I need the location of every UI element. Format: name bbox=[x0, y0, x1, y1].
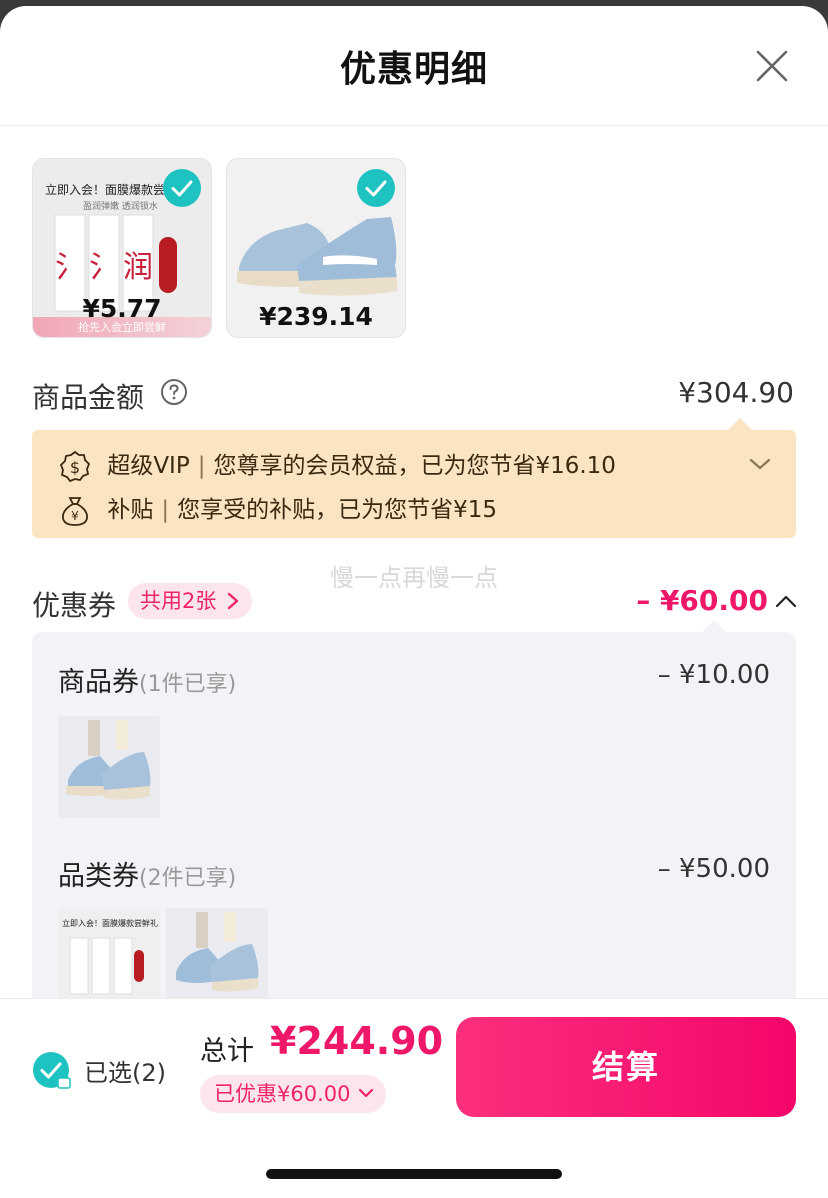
coupon-product-image: 立即入会！面膜爆款尝鲜礼 bbox=[58, 908, 160, 1010]
product-price: ¥5.77 bbox=[82, 294, 162, 323]
svg-text:氵: 氵 bbox=[55, 250, 85, 285]
coupon-panel: 商品券(1件已享) – ¥10.00 品类券(2件已享) – ¥50.00 立即… bbox=[32, 632, 796, 1012]
home-indicator bbox=[266, 1169, 562, 1179]
benefit-vip-row: $ 超级VIP | 您尊享的会员权益，已为您节省¥16.10 bbox=[58, 446, 616, 484]
benefits-box[interactable]: $ 超级VIP | 您尊享的会员权益，已为您节省¥16.10 ¥ 补贴 | 您享受的补贴… bbox=[32, 430, 796, 538]
mask-banner-subtext: 盈润弹嫩 透润锁水 bbox=[83, 202, 158, 212]
checkout-footer: 已选(2) 总计 ¥244.90 已优惠¥60.00 结算 bbox=[0, 998, 828, 1198]
benefit-name: 补贴 bbox=[107, 497, 154, 523]
selected-lock-check-icon[interactable] bbox=[32, 1051, 72, 1091]
coupon-title: 商品券(1件已享) bbox=[58, 660, 236, 699]
benefit-text: 您享受的补贴，已为您节省¥15 bbox=[177, 497, 497, 523]
coupon-title-text: 品类券 bbox=[58, 861, 139, 892]
coupon-value: – ¥10.00 bbox=[657, 660, 770, 690]
discount-detail-sheet: 优惠明细 氵 氵 润 立即入会！面膜爆款尝鲜 盈润弹嫩 透润锁水 抢先入会立即尝… bbox=[0, 6, 828, 1198]
coupon-product-image bbox=[58, 716, 160, 818]
product-thumb-mask[interactable]: 氵 氵 润 立即入会！面膜爆款尝鲜 盈润弹嫩 透润锁水 抢先入会立即尝鲜 ¥5.… bbox=[32, 158, 212, 338]
svg-text:润: 润 bbox=[123, 250, 153, 285]
page-title: 优惠明细 bbox=[339, 49, 488, 90]
product-thumb-sneaker[interactable]: ¥239.14 bbox=[226, 158, 406, 338]
benefit-subsidy-row: ¥ 补贴 | 您享受的补贴，已为您节省¥15 bbox=[58, 490, 497, 528]
money-bag-icon: ¥ bbox=[62, 496, 88, 526]
chevron-down-icon bbox=[359, 1088, 374, 1098]
coupon-subtext: (2件已享) bbox=[139, 866, 237, 891]
chevron-up-icon[interactable] bbox=[774, 592, 798, 610]
total-value: ¥244.90 bbox=[270, 1019, 444, 1063]
coupon-title: 品类券(2件已享) bbox=[58, 854, 236, 893]
coupon-product-image bbox=[166, 908, 268, 1010]
selected-count: 已选(2) bbox=[84, 1059, 166, 1087]
amount-label: 商品金额 bbox=[32, 381, 145, 414]
svg-text:氵: 氵 bbox=[89, 250, 119, 285]
coupon-value: – ¥50.00 bbox=[657, 854, 770, 884]
checked-icon[interactable] bbox=[163, 169, 201, 207]
checked-icon[interactable] bbox=[357, 169, 395, 207]
saved-amount-text: 已优惠¥60.00 bbox=[214, 1082, 351, 1106]
saved-amount-pill[interactable]: 已优惠¥60.00 bbox=[200, 1075, 387, 1113]
vip-box-pointer bbox=[728, 418, 752, 430]
coupon-count-text: 共用2张 bbox=[140, 589, 217, 613]
svg-text:¥: ¥ bbox=[71, 509, 79, 523]
benefit-text: 您尊享的会员权益，已为您节省¥16.10 bbox=[213, 453, 616, 479]
help-icon[interactable] bbox=[160, 378, 188, 406]
coupon-total-value: – ¥60.00 bbox=[636, 584, 768, 617]
coupon-label: 优惠券 bbox=[32, 589, 117, 622]
product-price: ¥239.14 bbox=[259, 302, 373, 331]
svg-text:$: $ bbox=[70, 458, 80, 477]
checkout-button[interactable]: 结算 bbox=[456, 1017, 796, 1117]
chevron-down-icon[interactable] bbox=[748, 456, 772, 472]
coupon-panel-pointer bbox=[702, 620, 726, 632]
coupon-subtext: (1件已享) bbox=[139, 672, 237, 697]
chevron-right-icon bbox=[228, 592, 239, 610]
close-icon[interactable] bbox=[752, 46, 792, 86]
mini-banner-text: 立即入会！面膜爆款尝鲜礼 bbox=[62, 919, 158, 928]
coupon-title-text: 商品券 bbox=[58, 667, 139, 698]
coupon-count-pill[interactable]: 共用2张 bbox=[128, 583, 253, 619]
total-label: 总计 bbox=[200, 1036, 254, 1067]
sheet-header: 优惠明细 bbox=[0, 6, 828, 126]
amount-value: ¥304.90 bbox=[678, 376, 794, 409]
benefit-name: 超级VIP bbox=[107, 453, 190, 479]
mask-banner-text: 立即入会！面膜爆款尝鲜 bbox=[45, 183, 178, 197]
dollar-badge-icon: $ bbox=[59, 450, 91, 482]
